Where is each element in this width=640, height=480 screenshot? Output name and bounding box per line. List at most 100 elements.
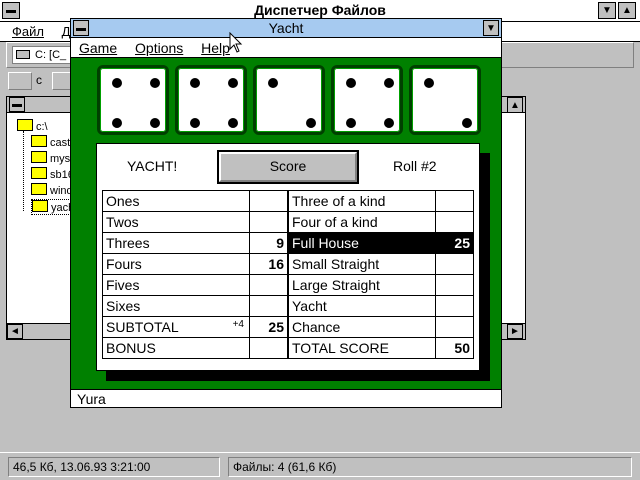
die-pip (384, 118, 394, 128)
score-row[interactable]: Small Straight (288, 253, 474, 275)
yacht-minimize-icon[interactable]: ▼ (483, 20, 499, 36)
maximize-icon[interactable]: ▲ (618, 2, 636, 19)
score-category-label: Small Straight (288, 253, 436, 275)
scroll-left-icon[interactable]: ◄ (7, 324, 23, 339)
tree-system-icon[interactable]: ▬ (9, 97, 25, 112)
roll-counter: Roll #2 (393, 158, 437, 174)
score-row[interactable]: Chance (288, 316, 474, 338)
score-category-label: TOTAL SCORE (288, 337, 436, 359)
die-3[interactable] (253, 65, 325, 135)
score-value (249, 337, 288, 359)
yacht-titlebar[interactable]: ▬ Yacht ▼ (71, 19, 501, 38)
menu-game[interactable]: Game (79, 40, 117, 56)
score-category-label: Fours (102, 253, 250, 275)
drive-selector[interactable]: C: [C_ (12, 46, 72, 64)
die-pip (112, 78, 122, 88)
die-pip (462, 118, 472, 128)
scroll-up-icon[interactable]: ▲ (507, 97, 523, 113)
score-category-label: Three of a kind (288, 190, 436, 212)
score-row[interactable]: Fours 16 (102, 253, 288, 275)
score-value: 16 (249, 253, 288, 275)
score-category-label: Full House (288, 232, 436, 254)
die-pip (150, 118, 160, 128)
score-category-label: Large Straight (288, 274, 436, 296)
die-pip (228, 118, 238, 128)
score-value (249, 190, 288, 212)
score-value (435, 295, 474, 317)
tree-item-root[interactable]: c:\ (17, 119, 48, 133)
tree-item[interactable]: sb16 (31, 167, 74, 181)
drive-label: C: [C_ (35, 49, 67, 61)
score-value (435, 253, 474, 275)
die-pip (228, 78, 238, 88)
menu-file[interactable]: Файл (12, 24, 44, 39)
score-row[interactable]: Twos (102, 211, 288, 233)
die-2[interactable] (175, 65, 247, 135)
tree-line (23, 131, 24, 211)
score-category-label: Chance (288, 316, 436, 338)
tree-item[interactable]: myst (31, 151, 73, 165)
die-pip (190, 78, 200, 88)
tree-item[interactable]: wind (31, 183, 73, 197)
score-value: 50 (435, 337, 474, 359)
score-row[interactable]: Fives (102, 274, 288, 296)
score-category-label: Fives (102, 274, 250, 296)
score-button[interactable]: Score (217, 150, 359, 184)
die-5[interactable] (409, 65, 481, 135)
score-category-label: Ones (102, 190, 250, 212)
score-row[interactable]: SUBTOTAL +4 25 (102, 316, 288, 338)
file-manager-title: Диспетчер Файлов (254, 2, 386, 18)
score-row[interactable]: Full House 25 (288, 232, 474, 254)
upper-section-table: Ones Twos Threes 9 Fours 16 Fives Sixes SUBTOTAL… (102, 190, 288, 359)
status-bar: 46,5 Кб, 13.06.93 3:21:00 Файлы: 4 (61,6… (0, 452, 640, 480)
score-value (249, 295, 288, 317)
drive-c-label[interactable]: c (36, 73, 42, 87)
score-row[interactable]: Ones (102, 190, 288, 212)
score-category-label: Threes (102, 232, 250, 254)
score-value (249, 211, 288, 233)
yacht-title: Yacht (268, 20, 304, 36)
die-pip (268, 78, 278, 88)
tree-item[interactable]: cast (31, 135, 70, 149)
die-pip (346, 118, 356, 128)
yacht-window: ▬ Yacht ▼ Game Options Help YACHT! Score… (70, 18, 502, 408)
score-row[interactable]: BONUS (102, 337, 288, 359)
menu-help[interactable]: Help (201, 40, 230, 56)
menu-options[interactable]: Options (135, 40, 183, 56)
score-row[interactable]: Threes 9 (102, 232, 288, 254)
scorecard: YACHT! Score Roll #2 Ones Twos Threes 9 Four… (96, 143, 480, 371)
score-value: 25 (249, 316, 288, 338)
lower-section-table: Three of a kind Four of a kind Full House 2… (288, 190, 474, 359)
score-category-label: SUBTOTAL +4 (102, 316, 250, 338)
tree-item-selected[interactable]: yach (31, 199, 76, 215)
score-row[interactable]: Large Straight (288, 274, 474, 296)
open-folder-icon (32, 200, 48, 212)
drive-icon (16, 50, 30, 59)
drive-c-icon[interactable] (8, 72, 32, 90)
mouse-cursor-icon (229, 32, 243, 53)
scroll-right-icon[interactable]: ► (507, 324, 523, 339)
folder-icon (31, 135, 47, 147)
score-row[interactable]: Sixes (102, 295, 288, 317)
die-pip (112, 118, 122, 128)
bonus-indicator: +4 (232, 319, 244, 330)
score-value: 25 (435, 232, 474, 254)
score-row[interactable]: TOTAL SCORE 50 (288, 337, 474, 359)
score-category-label: Twos (102, 211, 250, 233)
score-category-label: Sixes (102, 295, 250, 317)
score-row[interactable]: Three of a kind (288, 190, 474, 212)
score-value (435, 316, 474, 338)
die-1[interactable] (97, 65, 169, 135)
die-pip (346, 78, 356, 88)
score-value (435, 211, 474, 233)
score-category-label: BONUS (102, 337, 250, 359)
die-pip (190, 118, 200, 128)
score-row[interactable]: Yacht (288, 295, 474, 317)
die-4[interactable] (331, 65, 403, 135)
score-row[interactable]: Four of a kind (288, 211, 474, 233)
yacht-header-label: YACHT! (127, 158, 178, 174)
die-pip (384, 78, 394, 88)
game-board: YACHT! Score Roll #2 Ones Twos Threes 9 Four… (71, 58, 501, 389)
minimize-icon[interactable]: ▼ (598, 2, 616, 19)
die-pip (306, 118, 316, 128)
